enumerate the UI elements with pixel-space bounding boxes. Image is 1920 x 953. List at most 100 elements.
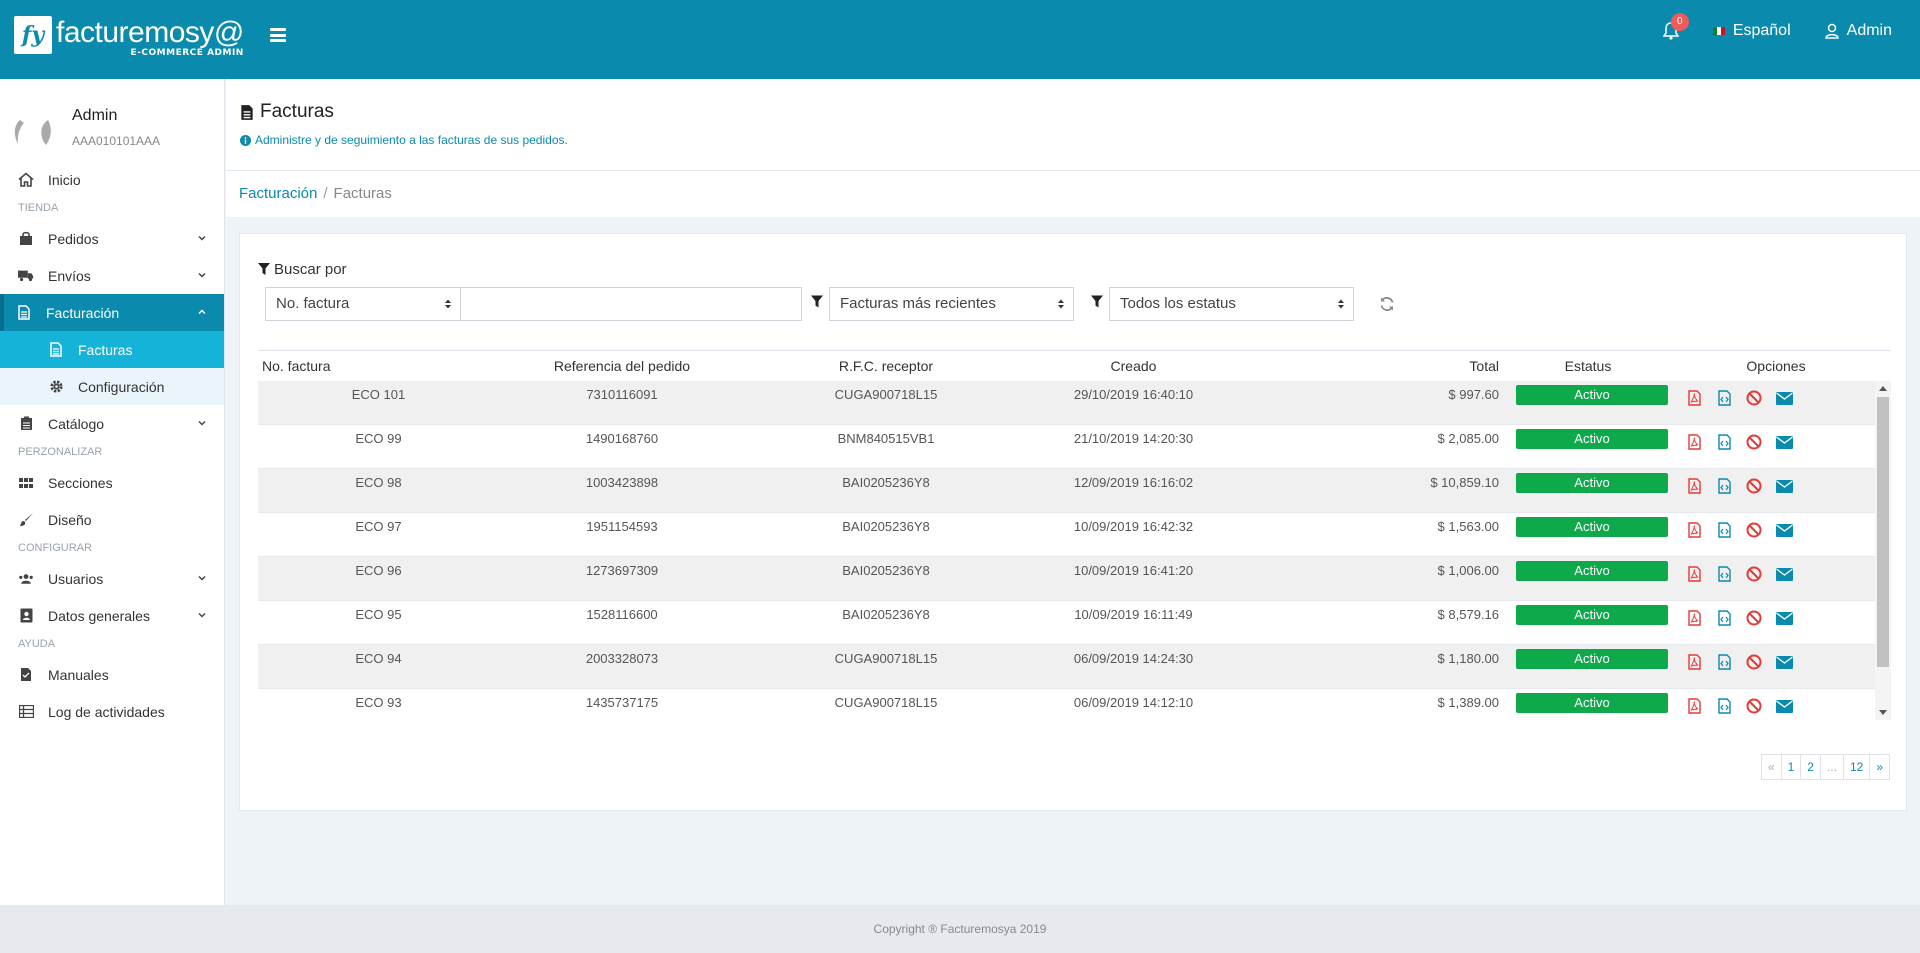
order-select[interactable]: Facturas más recientes <box>829 287 1074 321</box>
scroll-up-arrow-icon[interactable] <box>1879 385 1887 393</box>
xml-file-icon[interactable] <box>1715 653 1733 671</box>
col-creado[interactable]: Creado <box>1027 351 1240 380</box>
email-icon[interactable] <box>1775 521 1793 539</box>
page-title: Facturas <box>240 101 1906 123</box>
xml-file-icon[interactable] <box>1715 433 1733 451</box>
section-ayuda: AYUDA <box>18 638 56 650</box>
sidebar-item-usuarios[interactable]: Usuarios <box>0 560 224 597</box>
pdf-file-icon[interactable] <box>1685 389 1703 407</box>
cancel-icon[interactable] <box>1745 389 1763 407</box>
cancel-icon[interactable] <box>1745 477 1763 495</box>
page-link[interactable]: » <box>1869 754 1890 780</box>
language-selector[interactable]: Español <box>1712 22 1791 40</box>
xml-file-icon[interactable] <box>1715 609 1733 627</box>
cell-referencia: 1273697309 <box>585 563 659 578</box>
email-icon[interactable] <box>1775 697 1793 715</box>
cancel-icon[interactable] <box>1745 521 1763 539</box>
pdf-file-icon[interactable] <box>1685 697 1703 715</box>
pdf-file-icon[interactable] <box>1685 653 1703 671</box>
cell-opciones <box>1677 469 1875 495</box>
table-row[interactable]: ECO 99 1490168760 BNM840515VB1 21/10/2019 1… <box>258 425 1875 469</box>
sort-caret-icon <box>1338 299 1344 309</box>
email-icon[interactable] <box>1775 477 1793 495</box>
cancel-icon[interactable] <box>1745 433 1763 451</box>
cancel-icon[interactable] <box>1745 565 1763 583</box>
email-icon[interactable] <box>1775 389 1793 407</box>
chevron-down-icon <box>198 272 206 278</box>
col-opciones: Opciones <box>1746 358 1806 374</box>
user-menu[interactable]: Admin <box>1824 22 1892 40</box>
email-icon[interactable] <box>1775 433 1793 451</box>
page-link[interactable]: 2 <box>1800 754 1821 780</box>
search-field-select[interactable]: No. factura <box>265 287 461 321</box>
status-select[interactable]: Todos los estatus <box>1109 287 1354 321</box>
sidebar-item-envios[interactable]: Envíos <box>0 257 224 294</box>
notifications-bell-icon[interactable]: 0 <box>1662 13 1689 40</box>
sidebar-item-log-actividades[interactable]: Log de actividades <box>0 693 224 730</box>
col-rfc[interactable]: R.F.C. receptor <box>745 351 1027 380</box>
table-row[interactable]: ECO 98 1003423898 BAI0205236Y8 12/09/2019 1… <box>258 469 1875 513</box>
sidebar-item-manuales[interactable]: Manuales <box>0 656 224 693</box>
xml-file-icon[interactable] <box>1715 697 1733 715</box>
gear-icon <box>48 379 64 395</box>
email-icon[interactable] <box>1775 653 1793 671</box>
xml-file-icon[interactable] <box>1715 521 1733 539</box>
pdf-file-icon[interactable] <box>1685 477 1703 495</box>
cell-creado: 10/09/2019 16:11:49 <box>1074 607 1193 622</box>
col-total[interactable]: Total <box>1240 351 1499 380</box>
breadcrumb-facturacion[interactable]: Facturación <box>239 185 317 202</box>
cancel-icon[interactable] <box>1745 609 1763 627</box>
xml-file-icon[interactable] <box>1715 389 1733 407</box>
table-row[interactable]: ECO 94 2003328073 CUGA900718L15 06/09/2019 … <box>258 645 1875 689</box>
scroll-down-arrow-icon[interactable] <box>1879 708 1887 716</box>
page-link[interactable]: 1 <box>1780 754 1802 780</box>
page-link[interactable]: 12 <box>1842 754 1871 780</box>
menu-toggle-icon[interactable] <box>270 28 286 42</box>
table-row[interactable]: ECO 95 1528116600 BAI0205236Y8 10/09/2019 1… <box>258 601 1875 645</box>
page-title-text: Facturas <box>260 101 334 122</box>
logo[interactable]: fy facturemosy@ E-COMMERCE ADMIN <box>14 16 244 58</box>
cell-no-factura: ECO 94 <box>355 651 402 666</box>
sidebar-item-catalogo[interactable]: Catálogo <box>0 405 224 442</box>
sidebar-item-secciones[interactable]: Secciones <box>0 464 224 501</box>
table-scrollbar[interactable] <box>1875 381 1891 720</box>
table-row[interactable]: ECO 96 1273697309 BAI0205236Y8 10/09/2019 1… <box>258 557 1875 601</box>
breadcrumb-current: Facturas <box>333 185 392 202</box>
status-badge: Activo <box>1516 649 1668 669</box>
cell-referencia: 1951154593 <box>586 519 658 534</box>
pdf-file-icon[interactable] <box>1685 609 1703 627</box>
cell-total: $ 1,006.00 <box>1437 563 1499 578</box>
pdf-file-icon[interactable] <box>1685 565 1703 583</box>
cell-rfc: CUGA900718L15 <box>834 651 938 666</box>
xml-file-icon[interactable] <box>1715 565 1733 583</box>
section-tienda: TIENDA <box>18 202 59 214</box>
email-icon[interactable] <box>1775 609 1793 627</box>
table-row[interactable]: ECO 101 7310116091 CUGA900718L15 29/10/2019… <box>258 381 1875 425</box>
sidebar-item-inicio[interactable]: Inicio <box>0 161 224 198</box>
col-no-factura[interactable]: No. factura <box>258 351 499 380</box>
pdf-file-icon[interactable] <box>1685 521 1703 539</box>
sidebar-item-datos-generales[interactable]: Datos generales <box>0 597 224 634</box>
cancel-icon[interactable] <box>1745 697 1763 715</box>
sidebar-item-facturacion[interactable]: Facturación <box>0 294 224 331</box>
scroll-thumb[interactable] <box>1877 397 1889 667</box>
search-field-value: No. factura <box>276 295 350 312</box>
refresh-icon[interactable] <box>1379 296 1395 312</box>
sidebar-item-pedidos[interactable]: Pedidos <box>0 220 224 257</box>
cancel-icon[interactable] <box>1745 653 1763 671</box>
table-row[interactable]: ECO 93 1435737175 CUGA900718L15 06/09/2019 … <box>258 689 1875 720</box>
cell-creado: 10/09/2019 16:42:32 <box>1073 519 1194 534</box>
xml-file-icon[interactable] <box>1715 477 1733 495</box>
sidebar-item-diseno[interactable]: Diseño <box>0 501 224 538</box>
sidebar-item-label: Usuarios <box>48 570 104 587</box>
col-referencia[interactable]: Referencia del pedido <box>499 351 745 380</box>
search-input[interactable] <box>460 287 802 321</box>
cell-opciones <box>1677 689 1875 715</box>
cell-total: $ 1,563.00 <box>1437 519 1499 534</box>
sidebar-item-configuracion[interactable]: Configuración <box>0 368 224 405</box>
table-row[interactable]: ECO 97 1951154593 BAI0205236Y8 10/09/2019 1… <box>258 513 1875 557</box>
page-link[interactable]: « <box>1760 754 1782 780</box>
sidebar-item-facturas[interactable]: Facturas <box>0 331 224 368</box>
pdf-file-icon[interactable] <box>1685 433 1703 451</box>
email-icon[interactable] <box>1775 565 1793 583</box>
